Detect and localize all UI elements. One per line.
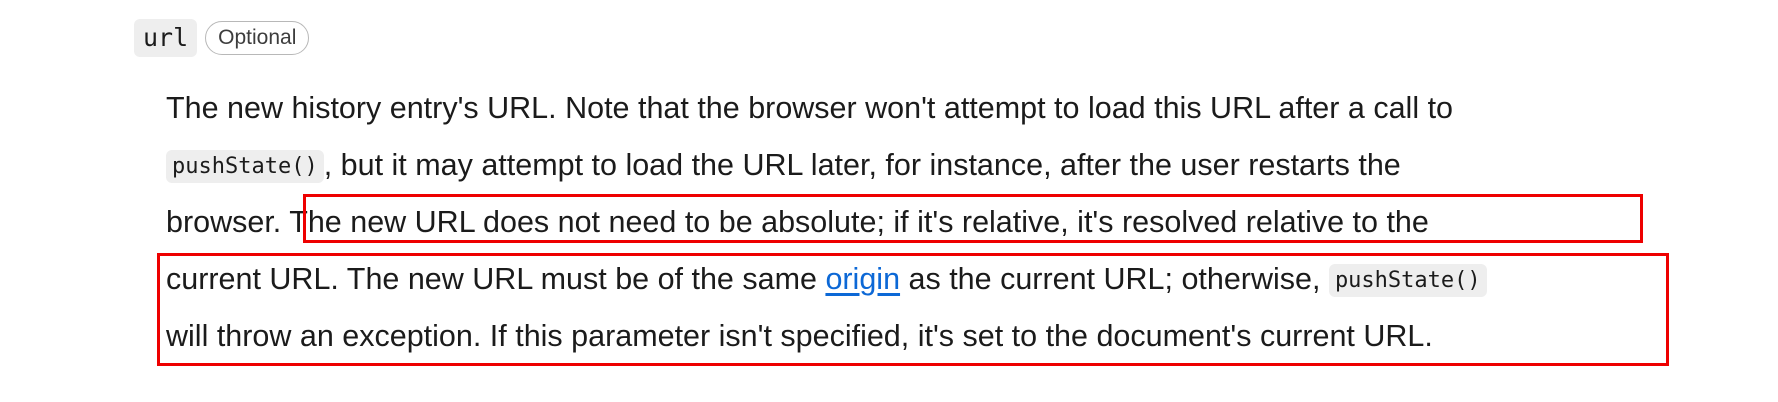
description-text: will throw an exception. If this paramet… bbox=[166, 319, 1433, 353]
description-text: , but it may attempt to load the URL lat… bbox=[323, 148, 1401, 182]
description-line-1: The new history entry's URL. Note that t… bbox=[166, 80, 1666, 137]
description-text: as the current URL; otherwise, bbox=[900, 262, 1329, 296]
origin-link[interactable]: origin bbox=[825, 262, 900, 296]
parameter-description: The new history entry's URL. Note that t… bbox=[166, 80, 1666, 365]
parameter-header: url Optional bbox=[134, 18, 310, 58]
description-text: The new URL does not need to be absolute… bbox=[289, 205, 1429, 239]
description-text: browser. bbox=[166, 205, 290, 239]
pushstate-code: pushState() bbox=[1328, 264, 1487, 297]
description-text: current URL. The new URL must be of the … bbox=[166, 262, 826, 296]
description-text: The new history entry's URL. Note that t… bbox=[166, 91, 1454, 125]
description-line-5: will throw an exception. If this paramet… bbox=[166, 308, 1666, 365]
description-line-3: browser. The new URL does not need to be… bbox=[166, 194, 1666, 251]
description-line-4: current URL. The new URL must be of the … bbox=[166, 251, 1666, 308]
optional-badge: Optional bbox=[205, 21, 310, 55]
pushstate-code: pushState() bbox=[166, 150, 324, 183]
parameter-name: url bbox=[134, 19, 198, 57]
description-line-2: pushState(), but it may attempt to load … bbox=[166, 137, 1666, 194]
